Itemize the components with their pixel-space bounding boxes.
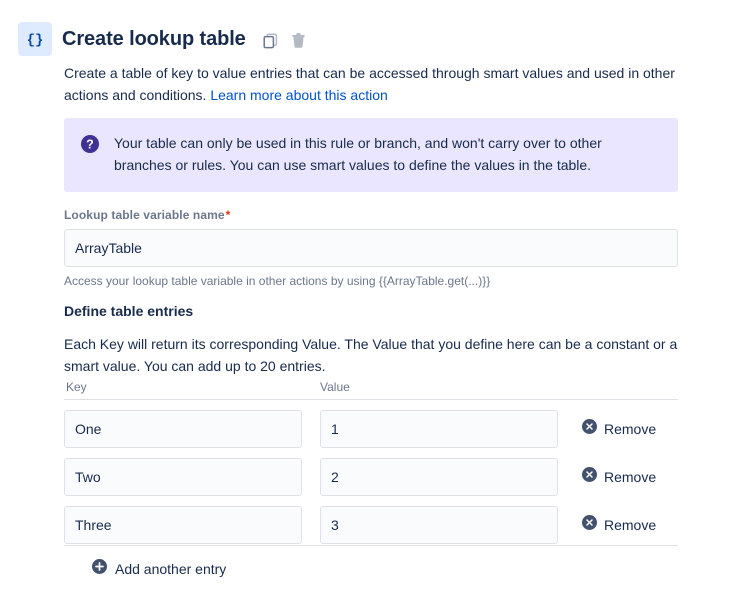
remove-entry-label: Remove xyxy=(604,468,656,486)
remove-circle-icon xyxy=(582,467,597,487)
info-banner: ? Your table can only be used in this ru… xyxy=(64,118,678,192)
svg-text:?: ? xyxy=(86,138,94,152)
table-bottom-divider xyxy=(64,545,678,546)
table-row: Remove xyxy=(64,453,678,501)
copy-icon[interactable] xyxy=(262,31,280,49)
table-header-divider xyxy=(64,399,678,400)
entry-key-input[interactable] xyxy=(64,506,302,544)
remove-entry-button[interactable]: Remove xyxy=(582,515,656,535)
entry-key-input[interactable] xyxy=(64,410,302,448)
remove-entry-label: Remove xyxy=(604,516,656,534)
entries-section-title: Define table entries xyxy=(64,303,193,319)
entry-value-input[interactable] xyxy=(320,458,558,496)
remove-circle-icon xyxy=(582,419,597,439)
svg-text:{}: {} xyxy=(27,33,44,49)
panel-header: {} Create lookup table xyxy=(18,22,308,56)
entry-key-input[interactable] xyxy=(64,458,302,496)
entries-section-description: Each Key will return its corresponding V… xyxy=(64,333,678,377)
panel-description: Create a table of key to value entries t… xyxy=(64,62,680,106)
curly-braces-icon: {} xyxy=(18,22,52,56)
add-another-entry-label: Add another entry xyxy=(115,559,226,579)
table-row: Remove xyxy=(64,501,678,549)
entry-value-input[interactable] xyxy=(320,410,558,448)
page-title: Create lookup table xyxy=(62,26,246,52)
variable-name-input[interactable] xyxy=(64,229,678,267)
variable-name-label: Lookup table variable name* xyxy=(64,208,230,222)
column-header-value: Value xyxy=(320,379,350,395)
variable-name-label-text: Lookup table variable name xyxy=(64,208,225,222)
create-lookup-table-panel: {} Create lookup table Create a table of xyxy=(0,0,735,598)
remove-entry-label: Remove xyxy=(604,420,656,438)
column-header-key: Key xyxy=(66,379,87,395)
remove-entry-button[interactable]: Remove xyxy=(582,419,656,439)
table-row: Remove xyxy=(64,405,678,453)
question-circle-icon: ? xyxy=(80,134,100,154)
entry-value-input[interactable] xyxy=(320,506,558,544)
add-another-entry-button[interactable]: Add another entry xyxy=(92,559,226,579)
required-asterisk: * xyxy=(226,208,231,222)
variable-name-helper-text: Access your lookup table variable in oth… xyxy=(64,273,490,289)
trash-icon[interactable] xyxy=(290,31,308,49)
info-banner-text: Your table can only be used in this rule… xyxy=(114,132,662,176)
learn-more-link[interactable]: Learn more about this action xyxy=(210,87,387,103)
remove-entry-button[interactable]: Remove xyxy=(582,467,656,487)
remove-circle-icon xyxy=(582,515,597,535)
title-action-buttons xyxy=(262,31,308,49)
plus-circle-icon xyxy=(92,559,107,579)
entries-table-rows: Remove Remove xyxy=(64,405,678,549)
